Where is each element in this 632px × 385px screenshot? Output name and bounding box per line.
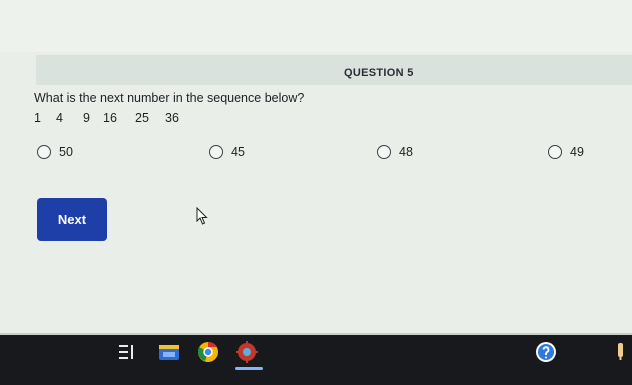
answer-option-48[interactable]: 48 [377, 145, 413, 159]
mouse-cursor-icon [196, 207, 208, 225]
sequence-number: 16 [103, 111, 117, 125]
top-strip [0, 0, 632, 52]
question-header-bar [36, 55, 632, 85]
sequence-number: 9 [83, 111, 90, 125]
sequence-number: 36 [165, 111, 179, 125]
option-label: 49 [570, 145, 584, 159]
radio-button[interactable] [377, 145, 391, 159]
question-prompt: What is the next number in the sequence … [34, 91, 305, 105]
number-sequence: 1 4 9 16 25 36 [34, 111, 195, 125]
chrome-icon[interactable] [196, 340, 220, 364]
launcher-icon[interactable] [116, 340, 140, 364]
sequence-number: 4 [56, 111, 63, 125]
radio-button[interactable] [548, 145, 562, 159]
answer-option-45[interactable]: 45 [209, 145, 245, 159]
help-icon[interactable] [534, 340, 558, 364]
answer-option-50[interactable]: 50 [37, 145, 73, 159]
status-icon[interactable] [615, 340, 632, 364]
settings-icon[interactable] [235, 340, 259, 364]
sequence-number: 1 [34, 111, 41, 125]
sequence-number: 25 [135, 111, 149, 125]
active-app-indicator [235, 367, 263, 370]
option-label: 48 [399, 145, 413, 159]
radio-button[interactable] [209, 145, 223, 159]
answer-option-49[interactable]: 49 [548, 145, 584, 159]
question-number: QUESTION 5 [344, 67, 414, 79]
files-icon[interactable] [157, 340, 181, 364]
radio-button[interactable] [37, 145, 51, 159]
option-label: 50 [59, 145, 73, 159]
next-button[interactable]: Next [37, 198, 107, 241]
option-label: 45 [231, 145, 245, 159]
